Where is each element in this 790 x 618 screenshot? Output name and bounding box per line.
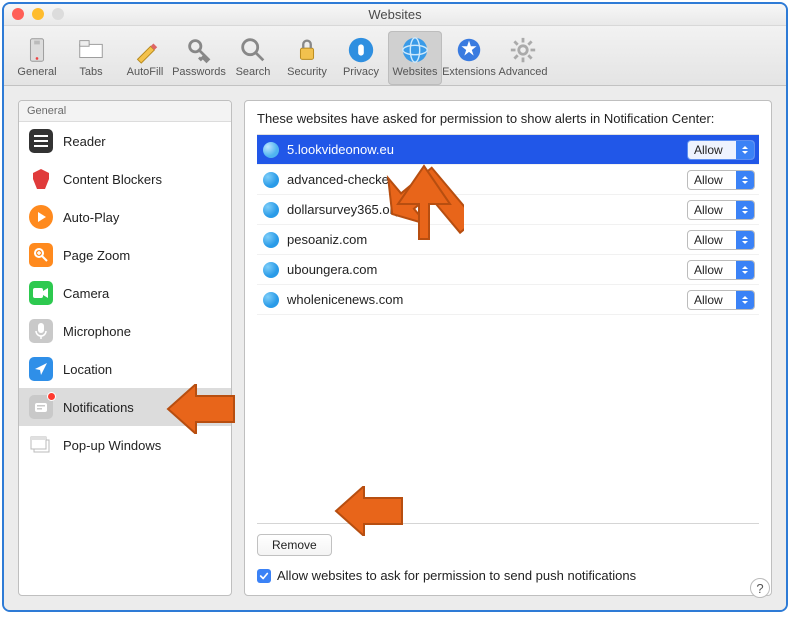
site-list: 5.lookvideonow.eu Allow advanced-checke …	[257, 134, 759, 315]
window-controls	[12, 8, 64, 20]
toolbar-label: Websites	[392, 66, 437, 78]
sidebar-item-label: Microphone	[63, 324, 131, 339]
help-button[interactable]: ?	[750, 578, 770, 598]
close-icon[interactable]	[12, 8, 24, 20]
allow-push-checkbox[interactable]	[257, 569, 271, 583]
site-domain: wholenicenews.com	[287, 292, 687, 307]
site-row[interactable]: uboungera.com Allow	[257, 255, 759, 285]
site-domain: pesoaniz.com	[287, 232, 687, 247]
toolbar-tabs[interactable]: Tabs	[64, 31, 118, 85]
search-icon	[238, 35, 268, 65]
site-row[interactable]: advanced-checke Allow	[257, 165, 759, 195]
bottom-bar: Remove Allow websites to ask for permiss…	[257, 523, 759, 583]
site-row[interactable]: pesoaniz.com Allow	[257, 225, 759, 255]
contentblockers-icon	[29, 167, 53, 191]
site-domain: advanced-checke	[287, 172, 687, 187]
passwords-icon	[184, 35, 214, 65]
toolbar-extensions[interactable]: Extensions	[442, 31, 496, 85]
privacy-icon	[346, 35, 376, 65]
pagezoom-icon	[29, 243, 53, 267]
general-icon	[22, 35, 52, 65]
toolbar-label: Extensions	[442, 66, 496, 78]
globe-icon	[263, 142, 279, 158]
site-domain: 5.lookvideonow.eu	[287, 142, 687, 157]
sidebar-item-label: Location	[63, 362, 112, 377]
toolbar-websites[interactable]: Websites	[388, 31, 442, 85]
toolbar-passwords[interactable]: Passwords	[172, 31, 226, 85]
sidebar-item-reader[interactable]: Reader	[19, 122, 231, 160]
permission-select[interactable]: Allow	[687, 290, 755, 310]
sidebar-item-label: Content Blockers	[63, 172, 162, 187]
permission-select[interactable]: Allow	[687, 230, 755, 250]
sidebar-item-autoplay[interactable]: Auto-Play	[19, 198, 231, 236]
permission-select[interactable]: Allow	[687, 140, 755, 160]
toolbar-search[interactable]: Search	[226, 31, 280, 85]
globe-icon	[263, 292, 279, 308]
sidebar-item-label: Auto-Play	[63, 210, 119, 225]
sidebar-item-label: Pop-up Windows	[63, 438, 161, 453]
site-row[interactable]: dollarsurvey365.org Allow	[257, 195, 759, 225]
toolbar-general[interactable]: General	[10, 31, 64, 85]
site-domain: dollarsurvey365.org	[287, 202, 687, 217]
toolbar-label: Security	[287, 66, 327, 78]
sidebar-item-label: Reader	[63, 134, 106, 149]
toolbar-label: Tabs	[79, 66, 102, 78]
site-row[interactable]: 5.lookvideonow.eu Allow	[257, 135, 759, 165]
websites-icon	[400, 35, 430, 65]
permission-select[interactable]: Allow	[687, 200, 755, 220]
autofill-icon	[130, 35, 160, 65]
site-domain: uboungera.com	[287, 262, 687, 277]
tabs-icon	[76, 35, 106, 65]
sidebar-item-location[interactable]: Location	[19, 350, 231, 388]
extensions-icon	[454, 35, 484, 65]
sidebar-header: General	[19, 101, 231, 122]
sidebar-item-contentblockers[interactable]: Content Blockers	[19, 160, 231, 198]
main-panel: These websites have asked for permission…	[244, 100, 772, 596]
sidebar-item-label: Page Zoom	[63, 248, 130, 263]
panel-description: These websites have asked for permission…	[257, 111, 759, 126]
autoplay-icon	[29, 205, 53, 229]
globe-icon	[263, 202, 279, 218]
toolbar-label: Advanced	[499, 66, 548, 78]
sidebar-item-camera[interactable]: Camera	[19, 274, 231, 312]
popup-icon	[29, 433, 53, 457]
camera-icon	[29, 281, 53, 305]
toolbar-label: AutoFill	[127, 66, 164, 78]
allow-push-label: Allow websites to ask for permission to …	[277, 568, 636, 583]
sidebar-item-pagezoom[interactable]: Page Zoom	[19, 236, 231, 274]
sidebar-item-notifications[interactable]: Notifications	[19, 388, 231, 426]
toolbar-autofill[interactable]: AutoFill	[118, 31, 172, 85]
reader-icon	[29, 129, 53, 153]
sidebar-item-microphone[interactable]: Microphone	[19, 312, 231, 350]
toolbar-security[interactable]: Security	[280, 31, 334, 85]
permission-select[interactable]: Allow	[687, 260, 755, 280]
toolbar-label: Privacy	[343, 66, 379, 78]
maximize-icon[interactable]	[52, 8, 64, 20]
toolbar-label: Passwords	[172, 66, 226, 78]
remove-button[interactable]: Remove	[257, 534, 332, 556]
minimize-icon[interactable]	[32, 8, 44, 20]
window-title: Websites	[368, 7, 421, 22]
permission-select[interactable]: Allow	[687, 170, 755, 190]
toolbar-label: General	[17, 66, 56, 78]
sidebar: General Reader Content Blockers Auto-Pla…	[18, 100, 232, 596]
sidebar-item-popup[interactable]: Pop-up Windows	[19, 426, 231, 464]
globe-icon	[263, 262, 279, 278]
globe-icon	[263, 232, 279, 248]
sidebar-item-label: Camera	[63, 286, 109, 301]
preferences-toolbar: General Tabs AutoFill Passwords Search S…	[4, 26, 786, 86]
toolbar-label: Search	[236, 66, 271, 78]
notifications-icon	[29, 395, 53, 419]
site-row[interactable]: wholenicenews.com Allow	[257, 285, 759, 315]
sidebar-item-label: Notifications	[63, 400, 134, 415]
titlebar: Websites	[4, 4, 786, 26]
toolbar-advanced[interactable]: Advanced	[496, 31, 550, 85]
microphone-icon	[29, 319, 53, 343]
location-icon	[29, 357, 53, 381]
security-icon	[292, 35, 322, 65]
toolbar-privacy[interactable]: Privacy	[334, 31, 388, 85]
globe-icon	[263, 172, 279, 188]
advanced-icon	[508, 35, 538, 65]
